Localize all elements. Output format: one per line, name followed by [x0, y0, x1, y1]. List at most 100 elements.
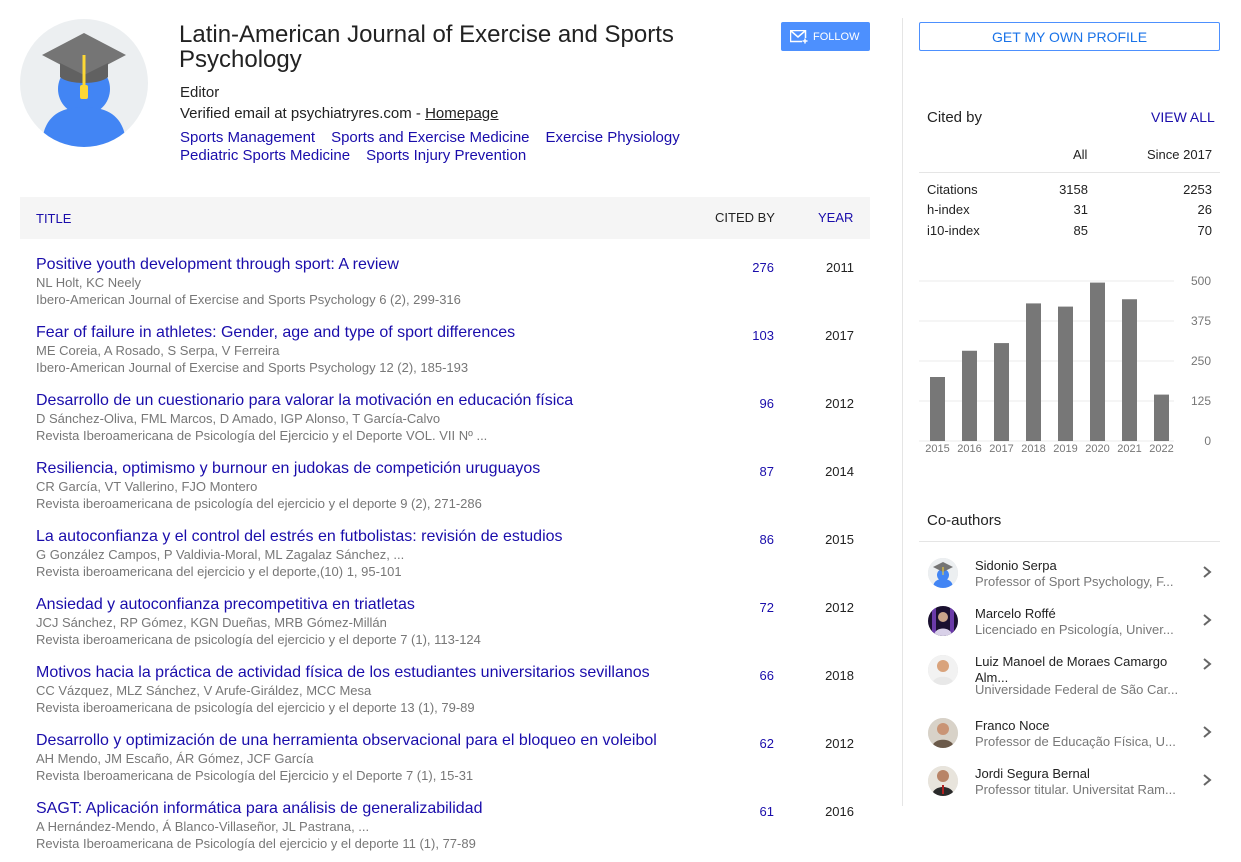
- article-year: 2011: [826, 260, 854, 275]
- metric-all-value: 85: [1073, 223, 1088, 238]
- article-title-link[interactable]: Positive youth development through sport…: [36, 256, 399, 274]
- follow-button[interactable]: FOLLOW: [781, 22, 870, 51]
- bar-2021[interactable]: [1122, 299, 1137, 441]
- interest-link[interactable]: Sports Management: [180, 129, 315, 147]
- metric-row: i10-index 85 70: [927, 223, 1212, 243]
- interest-link[interactable]: Sports and Exercise Medicine: [331, 129, 529, 147]
- coauthor-name[interactable]: Jordi Segura Bernal: [975, 766, 1175, 782]
- article-title-link[interactable]: Fear of failure in athletes: Gender, age…: [36, 324, 515, 342]
- col-since-header: Since 2017: [1147, 147, 1213, 162]
- y-tick-label: 250: [1191, 354, 1211, 368]
- person-photo-icon: [928, 606, 958, 636]
- x-tick-label: 2017: [989, 443, 1013, 455]
- sort-by-title[interactable]: TITLE: [36, 211, 71, 226]
- table-row: Desarrollo de un cuestionario para valor…: [20, 388, 870, 456]
- x-tick-label: 2020: [1085, 443, 1109, 455]
- bar-2016[interactable]: [962, 350, 977, 441]
- follow-label: FOLLOW: [813, 30, 860, 43]
- bar-2018[interactable]: [1026, 303, 1041, 441]
- coauthor-name[interactable]: Marcelo Roffé: [975, 606, 1175, 622]
- coauthors-heading: Co-authors: [927, 512, 1002, 529]
- scholar-default-avatar-icon: [42, 33, 126, 147]
- cited-by-count-link[interactable]: 276: [752, 260, 774, 275]
- cited-by-count-link[interactable]: 86: [760, 532, 774, 547]
- page-title: Latin-American Journal of Exercise and S…: [179, 21, 674, 73]
- sort-by-cited[interactable]: CITED BY: [715, 210, 775, 225]
- interest-link[interactable]: Exercise Physiology: [546, 129, 680, 147]
- table-row: SAGT: Aplicación informática para anális…: [20, 796, 870, 862]
- y-tick-label: 0: [1204, 434, 1211, 448]
- cited-by-count-link[interactable]: 62: [760, 736, 774, 751]
- chevron-right-icon[interactable]: [1200, 773, 1214, 787]
- get-my-own-profile-button[interactable]: GET MY OWN PROFILE: [919, 22, 1220, 51]
- metric-label: Citations: [927, 182, 978, 197]
- table-row: Positive youth development through sport…: [20, 252, 870, 320]
- table-row: Desarrollo y optimización de una herrami…: [20, 728, 870, 796]
- cited-by-count-link[interactable]: 61: [760, 804, 774, 819]
- homepage-link[interactable]: Homepage: [425, 105, 498, 122]
- table-row: Fear of failure in athletes: Gender, age…: [20, 320, 870, 388]
- article-authors: G González Campos, P Valdivia-Moral, ML …: [36, 547, 405, 562]
- metric-since-value: 26: [1197, 202, 1212, 217]
- view-all-link[interactable]: VIEW ALL: [1151, 109, 1215, 125]
- article-year: 2018: [825, 668, 854, 683]
- coauthor-affiliation: Professor de Educação Física, U...: [975, 734, 1176, 749]
- article-year: 2016: [825, 804, 854, 819]
- cited-by-count-link[interactable]: 87: [760, 464, 774, 479]
- coauthor-affiliation: Universidade Federal de São Car...: [975, 682, 1179, 697]
- article-venue: Revista Iberoamericana de Psicología del…: [36, 428, 488, 443]
- bar-2022[interactable]: [1154, 394, 1169, 441]
- article-title-link[interactable]: Desarrollo de un cuestionario para valor…: [36, 392, 573, 410]
- article-title-link[interactable]: La autoconfianza y el control del estrés…: [36, 528, 563, 546]
- article-year: 2015: [825, 532, 854, 547]
- metric-label: i10-index: [927, 223, 980, 238]
- y-tick-label: 500: [1191, 274, 1211, 288]
- article-title-link[interactable]: Resiliencia, optimismo y burnour en judo…: [36, 460, 540, 478]
- x-tick-label: 2021: [1117, 443, 1141, 455]
- article-title-link[interactable]: SAGT: Aplicación informática para anális…: [36, 800, 482, 818]
- cited-by-count-link[interactable]: 72: [760, 600, 774, 615]
- bar-2017[interactable]: [994, 343, 1009, 441]
- coauthor-avatar: [928, 766, 958, 796]
- article-venue: Revista iberoamericana del ejercicio y e…: [36, 564, 402, 579]
- sort-by-year[interactable]: YEAR: [818, 210, 853, 225]
- table-row: La autoconfianza y el control del estrés…: [20, 524, 870, 592]
- articles-table-header: TITLE CITED BY YEAR: [20, 197, 870, 239]
- article-title-link[interactable]: Desarrollo y optimización de una herrami…: [36, 732, 657, 750]
- articles-table: Positive youth development through sport…: [20, 252, 870, 862]
- bar-2015[interactable]: [930, 377, 945, 441]
- email-text: Verified email at psychiatryres.com -: [180, 105, 426, 122]
- interest-link[interactable]: Pediatric Sports Medicine: [180, 147, 350, 165]
- y-tick-label: 125: [1191, 394, 1211, 408]
- bar-2020[interactable]: [1090, 282, 1105, 441]
- cited-by-count-link[interactable]: 66: [760, 668, 774, 683]
- interest-link[interactable]: Sports Injury Prevention: [366, 147, 526, 165]
- coauthor-name[interactable]: Franco Noce: [975, 718, 1175, 734]
- coauthor-name[interactable]: Sidonio Serpa: [975, 558, 1175, 574]
- article-venue: Revista iberoamericana de psicología del…: [36, 496, 482, 511]
- article-title-link[interactable]: Ansiedad y autoconfianza precompetitiva …: [36, 596, 415, 614]
- metric-all-value: 31: [1073, 202, 1088, 217]
- article-venue: Revista iberoamericana de psicología del…: [36, 700, 475, 715]
- metric-all-value: 3158: [1059, 182, 1088, 197]
- cited-by-count-link[interactable]: 103: [752, 328, 774, 343]
- article-year: 2014: [825, 464, 854, 479]
- article-title-link[interactable]: Motivos hacia la práctica de actividad f…: [36, 664, 650, 682]
- bar-2019[interactable]: [1058, 306, 1073, 441]
- x-tick-label: 2016: [957, 443, 981, 455]
- metric-row: h-index 31 26: [927, 202, 1212, 222]
- default-avatar-icon: [928, 558, 958, 588]
- chevron-right-icon[interactable]: [1200, 565, 1214, 579]
- article-year: 2017: [825, 328, 854, 343]
- x-tick-label: 2022: [1149, 443, 1173, 455]
- chevron-right-icon[interactable]: [1200, 725, 1214, 739]
- article-venue: Revista Iberoamericana de Psicología del…: [36, 836, 476, 851]
- article-authors: NL Holt, KC Neely: [36, 275, 141, 290]
- chevron-right-icon[interactable]: [1200, 613, 1214, 627]
- article-authors: ME Coreia, A Rosado, S Serpa, V Ferreira: [36, 343, 280, 358]
- cited-by-count-link[interactable]: 96: [760, 396, 774, 411]
- article-authors: CC Vázquez, MLZ Sánchez, V Arufe-Girálde…: [36, 683, 372, 698]
- chevron-right-icon[interactable]: [1200, 657, 1214, 671]
- affiliation: Editor: [180, 84, 220, 101]
- coauthor-avatar: [928, 606, 958, 636]
